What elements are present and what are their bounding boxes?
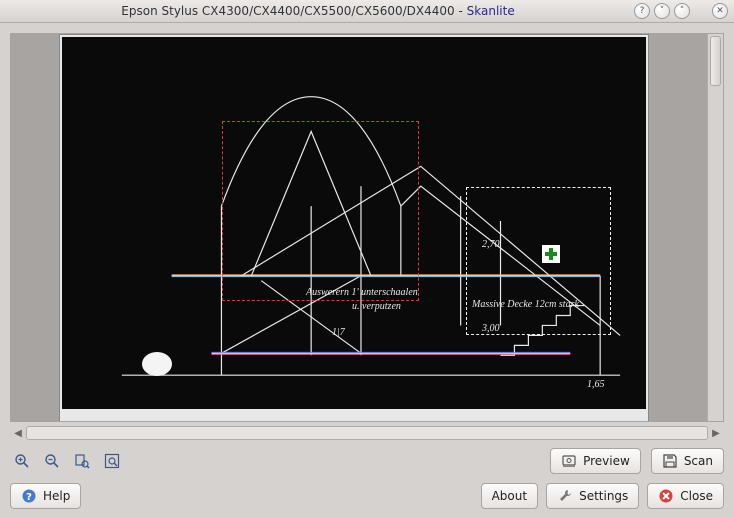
settings-button[interactable]: Settings: [546, 483, 639, 509]
scroll-left-icon[interactable]: ◀: [10, 425, 26, 441]
title-app: Skanlite: [467, 4, 515, 18]
zoom-fit-icon[interactable]: [104, 453, 120, 469]
vertical-scrollbar-thumb[interactable]: [710, 36, 721, 86]
window-title: Epson Stylus CX4300/CX4400/CX5500/CX5600…: [6, 4, 630, 18]
about-button[interactable]: About: [481, 483, 538, 509]
maximize-window-button[interactable]: ˄: [674, 3, 690, 19]
annotation-1-line2: u. verputzen: [352, 301, 401, 312]
svg-text:?: ?: [26, 492, 32, 503]
footer: ? Help About Settings Close: [10, 481, 724, 511]
about-button-label: About: [492, 489, 527, 503]
close-button[interactable]: Close: [647, 483, 724, 509]
titlebar: Epson Stylus CX4300/CX4400/CX5500/CX5600…: [0, 0, 734, 23]
annotation-6: 1|7: [332, 327, 345, 338]
scan-image: Auswerern 1' unterschaalen u. verputzen …: [62, 37, 646, 409]
preview-button[interactable]: Preview: [550, 448, 641, 474]
settings-button-label: Settings: [579, 489, 628, 503]
toolbar: Preview Scan: [10, 447, 724, 475]
image-blot: [142, 352, 172, 376]
help-window-button[interactable]: ?: [634, 3, 650, 19]
horizontal-scrollbar-row: ◀ ▶: [10, 425, 724, 441]
close-button-label: Close: [680, 489, 713, 503]
minimize-window-button[interactable]: ˅: [654, 3, 670, 19]
title-sep: -: [455, 4, 467, 18]
window-body: Auswerern 1' unterschaalen u. verputzen …: [0, 23, 734, 517]
help-icon: ?: [21, 488, 37, 504]
vertical-scrollbar[interactable]: [707, 34, 723, 421]
selection-rect-primary[interactable]: [466, 187, 611, 335]
wrench-icon: [557, 488, 573, 504]
help-button-label: Help: [43, 489, 70, 503]
preview-icon: [561, 453, 577, 469]
add-selection-icon[interactable]: [542, 245, 560, 263]
title-scanner: Epson Stylus CX4300/CX4400/CX5500/CX5600…: [121, 4, 454, 18]
selection-rect-secondary[interactable]: [222, 121, 419, 301]
horizontal-scrollbar[interactable]: [26, 426, 708, 440]
preview-button-label: Preview: [583, 454, 630, 468]
zoom-out-icon[interactable]: [44, 453, 60, 469]
close-icon: [658, 488, 674, 504]
close-window-button[interactable]: ✕: [712, 3, 728, 19]
zoom-selection-icon[interactable]: [74, 453, 90, 469]
scan-page: Auswerern 1' unterschaalen u. verputzen …: [59, 34, 649, 422]
scroll-right-icon[interactable]: ▶: [708, 425, 724, 441]
scan-button[interactable]: Scan: [651, 448, 724, 474]
preview-area[interactable]: Auswerern 1' unterschaalen u. verputzen …: [11, 34, 707, 421]
zoom-in-icon[interactable]: [14, 453, 30, 469]
preview-frame: Auswerern 1' unterschaalen u. verputzen …: [10, 33, 724, 422]
save-icon: [662, 453, 678, 469]
help-button[interactable]: ? Help: [10, 483, 81, 509]
scan-button-label: Scan: [684, 454, 713, 468]
annotation-5: 1,65: [587, 379, 605, 390]
zoom-tools: [10, 453, 120, 469]
